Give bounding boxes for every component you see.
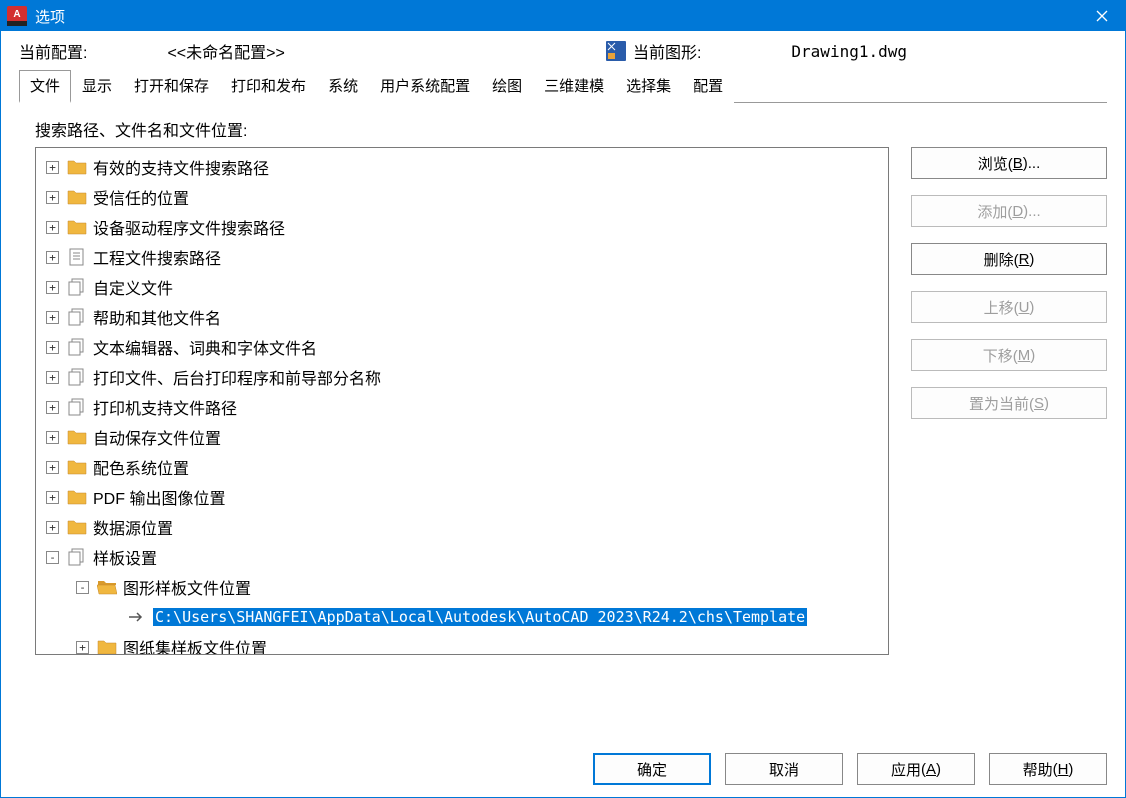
tree-node[interactable]: + 受信任的位置 [38,182,886,212]
tree-node-label: 工程文件搜索路径 [93,245,221,269]
tab-8[interactable]: 选择集 [615,70,682,103]
app-icon: A [7,6,27,26]
tab-9[interactable]: 配置 [682,70,734,103]
side-button-s: 置为当前(S) [911,387,1107,419]
tree-node-label: 有效的支持文件搜索路径 [93,155,269,179]
help-button[interactable]: 帮助(H) [989,753,1107,785]
tree-node-label: 受信任的位置 [93,185,189,209]
tab-0[interactable]: 文件 [19,70,71,103]
expand-icon[interactable]: + [46,401,59,414]
titlebar: A 选项 [1,1,1125,31]
tree-node-label: 打印机支持文件路径 [93,395,237,419]
side-button-r[interactable]: 删除(R) [911,243,1107,275]
cancel-button[interactable]: 取消 [725,753,843,785]
drawing-label: 当前图形: [633,39,701,63]
tab-3[interactable]: 打印和发布 [220,70,317,103]
panel-row: + 有效的支持文件搜索路径 + 受信任的位置 + 设备驱动程序文件搜索路径 + 工程文件搜索路… [1,147,1125,452]
tree-node[interactable]: + 设备驱动程序文件搜索路径 [38,212,886,242]
stack-icon [67,278,87,296]
side-button-m: 下移(M) [911,339,1107,371]
expand-icon[interactable]: + [46,281,59,294]
tree-node[interactable]: + 自定义文件 [38,272,886,302]
tree-node-label: 文本编辑器、词典和字体文件名 [93,335,317,359]
tree-node[interactable]: + 工程文件搜索路径 [38,242,886,272]
tab-1[interactable]: 显示 [71,70,123,103]
expand-icon[interactable]: + [46,191,59,204]
side-buttons: 浏览(B)... 添加(D)... 删除(R) 上移(U) 下移(M) 置为当前(S) [911,147,1107,442]
tree-node[interactable]: + 有效的支持文件搜索路径 [38,152,886,182]
tree-node[interactable]: + 文本编辑器、词典和字体文件名 [38,332,886,362]
doc-icon [67,248,87,266]
profile-name: <<未命名配置>> [167,39,284,63]
tree-node-label: 自定义文件 [93,275,173,299]
expand-icon[interactable]: + [46,431,59,444]
tab-6[interactable]: 绘图 [481,70,533,103]
close-icon [1096,10,1108,22]
folder-icon [67,428,87,446]
expand-icon[interactable]: + [46,371,59,384]
tree-node-label: 打印文件、后台打印程序和前导部分名称 [93,365,381,389]
stack-icon [67,398,87,416]
profile-label: 当前配置: [19,39,87,63]
side-button-b[interactable]: 浏览(B)... [911,147,1107,179]
drawing-name: Drawing1.dwg [791,42,907,61]
folder-icon [67,158,87,176]
tab-4[interactable]: 系统 [317,70,369,103]
options-dialog: A 选项 当前配置: <<未命名配置>> 当前图形: Drawing1.dwg … [0,0,1126,798]
section-label: 搜索路径、文件名和文件位置: [1,103,1125,147]
folder-icon [67,218,87,236]
window-title: 选项 [35,6,1079,27]
tree-node[interactable]: + 打印机支持文件路径 [38,392,886,422]
tab-7[interactable]: 三维建模 [533,70,615,103]
expand-icon[interactable]: + [46,311,59,324]
tree-node-label: 帮助和其他文件名 [93,305,221,329]
apply-button[interactable]: 应用(A) [857,753,975,785]
stack-icon [67,368,87,386]
tab-strip: 文件显示打开和保存打印和发布系统用户系统配置绘图三维建模选择集配置 [19,69,1107,103]
content-area: 当前配置: <<未命名配置>> 当前图形: Drawing1.dwg 文件显示打… [1,31,1125,797]
expand-icon[interactable]: + [46,161,59,174]
folder-icon [67,188,87,206]
tree-node-label: 设备驱动程序文件搜索路径 [93,215,285,239]
tree-node[interactable]: + 打印文件、后台打印程序和前导部分名称 [38,362,886,392]
tree-node-label: 自动保存文件位置 [93,425,221,449]
stack-icon [67,338,87,356]
close-button[interactable] [1079,1,1125,31]
tree-node[interactable]: + 自动保存文件位置 [38,422,886,452]
side-button-u: 上移(U) [911,291,1107,323]
tab-2[interactable]: 打开和保存 [123,70,220,103]
tree-node[interactable]: + 帮助和其他文件名 [38,302,886,332]
expand-icon[interactable]: + [46,221,59,234]
bottom-buttons: 确定 取消 应用(A) 帮助(H) [1,747,1125,797]
expand-icon[interactable]: + [46,341,59,354]
info-row: 当前配置: <<未命名配置>> 当前图形: Drawing1.dwg [1,31,1125,67]
expand-icon[interactable]: + [46,251,59,264]
tab-5[interactable]: 用户系统配置 [369,70,481,103]
stack-icon [67,308,87,326]
side-button-d: 添加(D)... [911,195,1107,227]
dwg-icon [605,40,627,62]
ok-button[interactable]: 确定 [593,753,711,785]
